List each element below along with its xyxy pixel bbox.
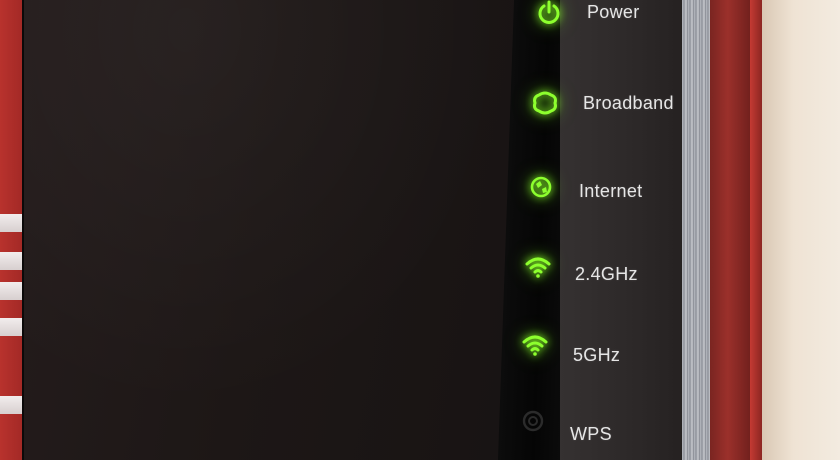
wifi-icon: [523, 252, 553, 282]
wps-icon: [518, 406, 548, 436]
power-label: Power: [587, 2, 640, 22]
broadband-label: Broadband: [583, 93, 674, 113]
broadband-indicator: [530, 88, 560, 118]
wifi-icon: [520, 330, 550, 360]
router-side: [710, 0, 754, 460]
silver-edge: [682, 0, 712, 460]
wps-label: WPS: [570, 424, 612, 444]
wifi-5ghz-indicator: [520, 330, 550, 360]
label-panel: [560, 0, 690, 460]
internet-icon: [526, 172, 556, 202]
internet-label: Internet: [579, 181, 643, 201]
wifi-5ghz-label: 5GHz: [573, 345, 621, 365]
wps-indicator: [518, 406, 548, 436]
power-indicator: [534, 0, 564, 28]
wifi-24ghz-indicator: [523, 252, 553, 282]
broadband-icon: [530, 88, 560, 118]
router-front-panel: [22, 0, 564, 460]
internet-indicator: [526, 172, 556, 202]
router-side-edge: [750, 0, 762, 460]
power-icon: [534, 0, 564, 28]
right-wall: [762, 0, 840, 460]
wifi-24ghz-label: 2.4GHz: [575, 264, 638, 284]
router-photo: Power Broadband Internet 2.4GHz 5GHz WPS: [0, 0, 840, 460]
